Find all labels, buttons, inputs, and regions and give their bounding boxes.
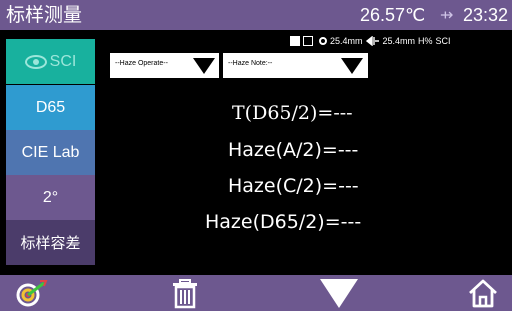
- dropdown-label: --Haze Operate--: [115, 60, 168, 67]
- result-haze-a: Haze(A/2)=---: [228, 139, 359, 161]
- sidebar-item-tolerance[interactable]: 标样容差: [6, 220, 95, 265]
- sidebar-item-illuminant[interactable]: D65: [6, 85, 95, 130]
- bottom-toolbar: [0, 275, 512, 311]
- sidebar-item-sci[interactable]: SCI: [6, 39, 95, 84]
- sidebar-item-label: CIE Lab: [21, 143, 80, 161]
- dropdown-arrow-icon: [193, 58, 215, 74]
- sidebar-item-label: D65: [35, 98, 66, 116]
- title-bar: 标样测量 26.57℃ ⇸ 23:32: [0, 0, 512, 30]
- measure-area: 25.4mm: [382, 36, 416, 46]
- sidebar-item-color-space[interactable]: CIE Lab: [6, 130, 95, 175]
- result-haze-d65: Haze(D65/2)=---: [205, 211, 362, 233]
- dropdown-arrow-icon: [341, 58, 363, 74]
- haze-note-dropdown[interactable]: --Haze Note:--: [223, 53, 368, 78]
- eye-icon: [24, 54, 47, 69]
- sidebar-item-label: 2°: [42, 188, 59, 206]
- temperature-readout: 26.57℃: [360, 5, 426, 25]
- clock: 23:32: [463, 5, 509, 25]
- usb-icon: ⇸: [440, 5, 454, 24]
- target-icon[interactable]: [14, 275, 48, 311]
- dropdown-label: --Haze Note:--: [228, 60, 273, 67]
- sidebar-item-observer[interactable]: 2°: [6, 175, 95, 220]
- sidebar-item-label: 标样容差: [20, 235, 81, 252]
- square-empty-icon: [303, 36, 313, 46]
- lens-icon: [365, 36, 379, 46]
- haze-operate-dropdown[interactable]: --Haze Operate--: [110, 53, 219, 78]
- page-title: 标样测量: [6, 4, 83, 26]
- aperture-size: 25.4mm: [330, 36, 363, 46]
- aperture-icon: [319, 37, 327, 45]
- down-arrow-icon[interactable]: [318, 275, 360, 311]
- mode-label: H%: [418, 36, 433, 46]
- measurement-options: 25.4mm 25.4mm H% SCI: [290, 34, 451, 48]
- home-icon[interactable]: [467, 275, 499, 311]
- trash-icon[interactable]: [170, 275, 200, 311]
- square-filled-icon: [290, 36, 300, 46]
- spec-label: SCI: [435, 36, 451, 46]
- result-haze-c: Haze(C/2)=---: [228, 175, 359, 197]
- sidebar-item-label: SCI: [49, 52, 77, 70]
- result-transmittance: T(D65/2)=---: [232, 102, 353, 124]
